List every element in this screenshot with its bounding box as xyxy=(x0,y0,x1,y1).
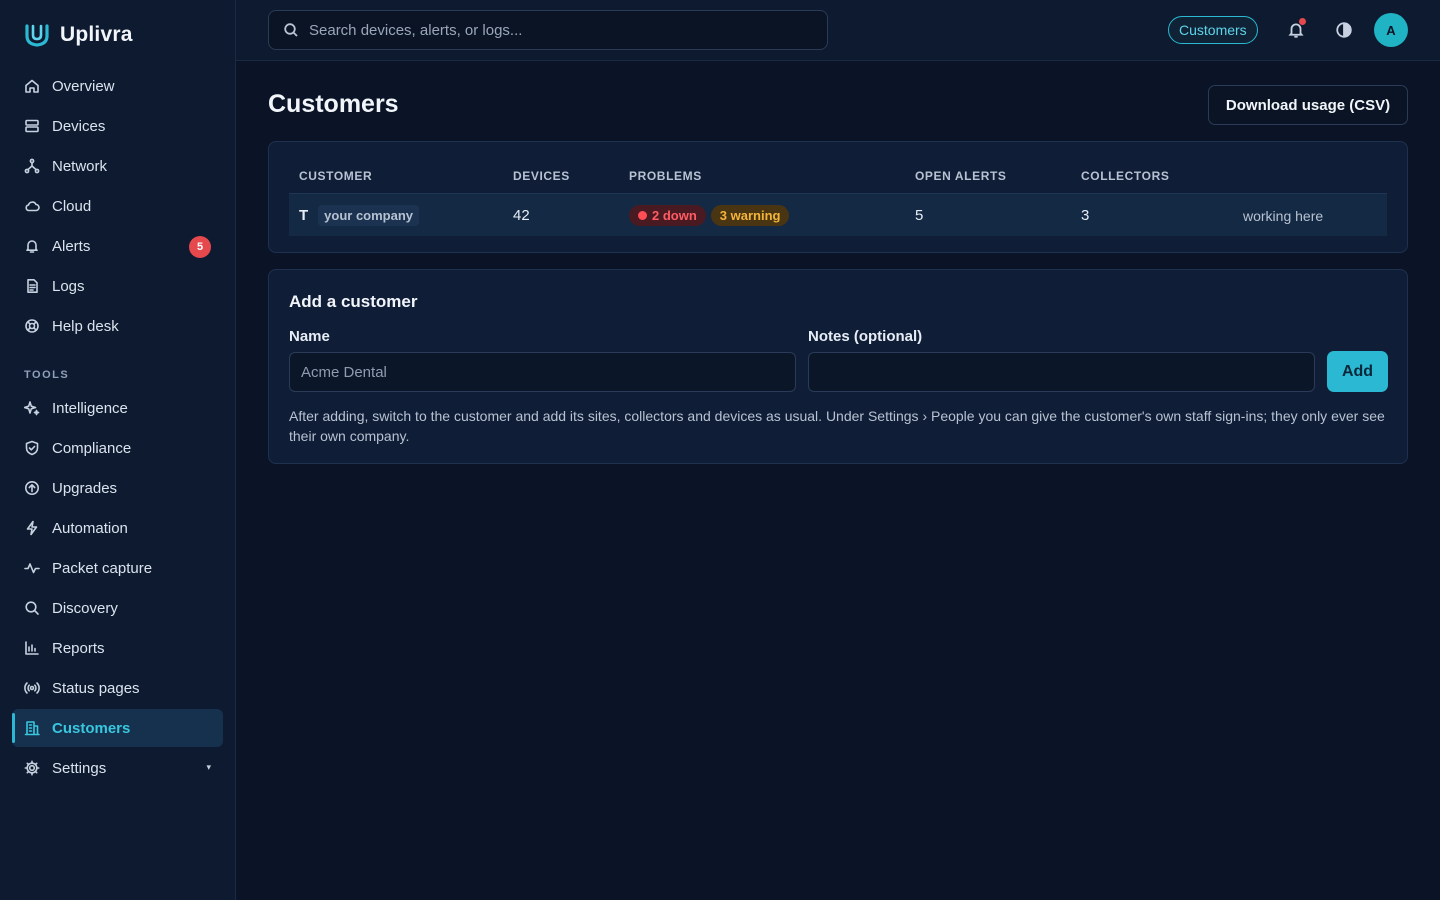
notes-field[interactable] xyxy=(808,352,1315,392)
sidebar-item-label: Overview xyxy=(52,77,115,95)
cloud-icon xyxy=(24,198,40,214)
sparkles-icon xyxy=(24,400,40,416)
activity-icon xyxy=(24,560,40,576)
brand-name: Uplivra xyxy=(60,23,133,46)
devices-count: 42 xyxy=(513,207,530,224)
column-header-collectors: COLLECTORS xyxy=(1081,169,1170,183)
column-header-open-alerts: OPEN ALERTS xyxy=(915,169,1007,183)
brand-logo-icon xyxy=(25,24,49,47)
column-header-problems: PROBLEMS xyxy=(629,169,702,183)
sidebar-item-label: Logs xyxy=(52,277,85,295)
sidebar-item-label: Compliance xyxy=(52,439,132,457)
sidebar-item-label: Alerts xyxy=(52,237,91,255)
home-icon xyxy=(24,78,40,94)
page-title: Customers xyxy=(268,90,399,118)
customer-cell: T your company xyxy=(299,194,420,237)
add-customer-button[interactable]: Add xyxy=(1327,351,1388,392)
down-badge-label: 2 down xyxy=(652,208,697,223)
sidebar-item-label: Customers xyxy=(52,719,131,737)
down-dot-icon xyxy=(638,211,647,220)
sidebar-item-settings[interactable]: Settings ▾ xyxy=(12,749,223,787)
search-box[interactable] xyxy=(268,10,828,50)
help-text: After adding, switch to the customer and… xyxy=(289,408,1385,444)
table-row[interactable]: T your company 42 2 down 3 warning 5 3 w… xyxy=(289,193,1387,236)
sidebar-item-label: Automation xyxy=(52,519,128,537)
sidebar-item-intelligence[interactable]: Intelligence xyxy=(12,389,223,427)
sidebar-item-label: Discovery xyxy=(52,599,118,617)
download-usage-csv-button[interactable]: Download usage (CSV) xyxy=(1208,85,1408,125)
column-header-devices: DEVICES xyxy=(513,169,570,183)
form-title: Add a customer xyxy=(289,292,418,311)
sidebar: Uplivra Overview Devices Network Cloud A… xyxy=(0,0,236,900)
sidebar-item-label: Help desk xyxy=(52,317,119,335)
add-customer-form: Add a customer Name Notes (optional) Add… xyxy=(268,269,1408,464)
sidebar-item-help-desk[interactable]: Help desk xyxy=(12,307,223,345)
name-label: Name xyxy=(289,328,330,345)
sidebar-item-customers[interactable]: Customers xyxy=(12,709,223,747)
sidebar-item-alerts[interactable]: Alerts 5 xyxy=(12,227,223,265)
arrow-up-circle-icon xyxy=(24,480,40,496)
sidebar-item-cloud[interactable]: Cloud xyxy=(12,187,223,225)
search-icon xyxy=(284,23,298,37)
sidebar-item-overview[interactable]: Overview xyxy=(12,67,223,105)
network-icon xyxy=(24,158,40,174)
sidebar-item-upgrades[interactable]: Upgrades xyxy=(12,469,223,507)
sidebar-item-label: Cloud xyxy=(52,197,92,215)
search-input[interactable] xyxy=(309,21,809,39)
building-icon xyxy=(24,720,40,736)
sidebar-item-label: Reports xyxy=(52,639,105,657)
contrast-icon xyxy=(1336,22,1352,38)
customer-initial: T xyxy=(299,207,309,224)
sidebar-item-automation[interactable]: Automation xyxy=(12,509,223,547)
broadcast-icon xyxy=(24,680,40,696)
bell-icon xyxy=(24,238,40,254)
notifications-button[interactable] xyxy=(1284,18,1308,42)
bolt-icon xyxy=(24,520,40,536)
notification-dot xyxy=(1299,18,1306,25)
topbar: Customers A xyxy=(236,0,1440,61)
customer-tag: your company xyxy=(318,205,420,226)
sidebar-item-compliance[interactable]: Compliance xyxy=(12,429,223,467)
open-alerts-count: 5 xyxy=(915,207,924,224)
search-icon xyxy=(24,600,40,616)
sidebar-item-label: Intelligence xyxy=(52,399,128,417)
sidebar-item-packet-capture[interactable]: Packet capture xyxy=(12,549,223,587)
chevron-down-icon[interactable]: ▾ xyxy=(206,762,211,773)
shield-icon xyxy=(24,440,40,456)
down-badge: 2 down xyxy=(629,205,706,226)
file-icon xyxy=(24,278,40,294)
sidebar-item-label: Settings xyxy=(52,759,107,777)
customers-table: CUSTOMER DEVICES PROBLEMS OPEN ALERTS CO… xyxy=(268,141,1408,253)
sidebar-item-logs[interactable]: Logs xyxy=(12,267,223,305)
notes-label: Notes (optional) xyxy=(808,328,923,345)
sidebar-item-label: Network xyxy=(52,157,108,175)
sidebar-item-discovery[interactable]: Discovery xyxy=(12,589,223,627)
problems-cell: 2 down 3 warning xyxy=(629,194,790,237)
column-header-customer: CUSTOMER xyxy=(299,169,373,183)
context-chip[interactable]: Customers xyxy=(1168,16,1258,44)
sidebar-item-label: Packet capture xyxy=(52,559,153,577)
warning-badge: 3 warning xyxy=(710,205,790,226)
avatar[interactable]: A xyxy=(1374,13,1408,47)
bar-chart-icon xyxy=(24,640,40,656)
server-icon xyxy=(24,118,40,134)
gear-icon xyxy=(24,760,40,776)
current-context-status: working here xyxy=(1243,207,1324,224)
sidebar-item-devices[interactable]: Devices xyxy=(12,107,223,145)
name-field[interactable] xyxy=(289,352,796,392)
sidebar-item-label: Devices xyxy=(52,117,106,135)
tools-section-label: TOOLS xyxy=(24,369,70,381)
collectors-count: 3 xyxy=(1081,207,1090,224)
brand[interactable]: Uplivra xyxy=(24,22,133,48)
alerts-count-badge: 5 xyxy=(189,236,211,258)
sidebar-item-label: Status pages xyxy=(52,679,140,697)
lifebuoy-icon xyxy=(24,318,40,334)
sidebar-item-status-pages[interactable]: Status pages xyxy=(12,669,223,707)
sidebar-nav: Overview Devices Network Cloud Alerts 5 … xyxy=(12,67,223,789)
sidebar-item-label: Upgrades xyxy=(52,479,118,497)
sidebar-item-network[interactable]: Network xyxy=(12,147,223,185)
theme-toggle-button[interactable] xyxy=(1332,18,1356,42)
sidebar-item-reports[interactable]: Reports xyxy=(12,629,223,667)
